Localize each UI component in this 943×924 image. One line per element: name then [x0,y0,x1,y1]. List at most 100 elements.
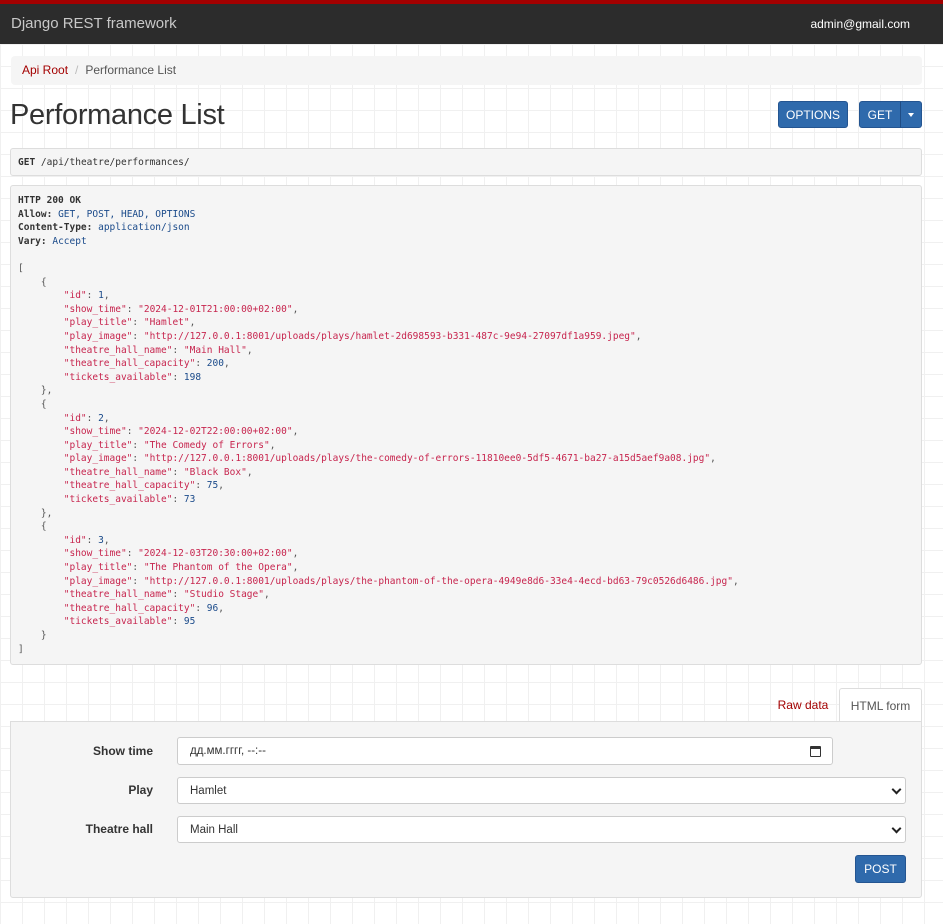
json-value: "2024-12-03T20:30:00+02:00" [138,548,293,560]
json-line: "play_title": "The Comedy of Errors", [63,439,276,451]
caret-down-icon [908,112,914,117]
json-value: 73 [183,494,196,506]
header-name: Vary: [18,235,47,247]
show-time-label: Show time [92,744,153,758]
request-path: /api/theatre/performances/ [40,157,190,168]
header-name: Allow: [18,208,53,220]
theatre-hall-select[interactable]: Main Hall [177,816,906,843]
json-value: "Studio Stage" [183,589,264,601]
json-key: "theatre_hall_name" [63,589,173,601]
user-menu[interactable]: admin@gmail.com [810,17,910,31]
json-value: "Main Hall" [183,344,247,356]
json-key: "play_image" [63,453,133,465]
breadcrumb-separator: / [75,63,79,77]
json-key: "theatre_hall_name" [63,344,173,356]
response-status: HTTP 200 OK [18,195,81,206]
breadcrumb: Api Root / Performance List [11,56,922,85]
theatre-hall-select-value: Main Hall [190,823,238,836]
json-line: } [18,630,47,641]
json-key: "theatre_hall_name" [63,466,173,478]
json-key: "id" [63,412,87,424]
json-line: "play_image": "http://127.0.0.1:8001/upl… [63,330,642,342]
get-format-dropdown-button[interactable] [900,101,922,128]
json-line: "id": 2, [63,412,110,424]
header-value: application/json [98,222,190,234]
json-key: "play_title" [63,317,133,329]
json-value: 96 [206,602,219,614]
show-time-input[interactable]: дд.мм.гггг, --:-- [177,737,833,765]
json-line: }, [18,507,53,519]
header-value: Accept [52,235,87,247]
get-button[interactable]: GET [859,101,901,128]
page-title: Performance List [10,99,225,131]
breadcrumb-api-root[interactable]: Api Root [22,63,68,77]
play-select[interactable]: Hamlet [177,777,906,804]
json-line: "play_image": "http://127.0.0.1:8001/upl… [63,453,716,465]
tab-html-form[interactable]: HTML form [839,688,922,722]
json-line: "tickets_available": 198 [63,371,202,383]
json-line: "tickets_available": 95 [63,616,196,628]
json-value: "2024-12-02T22:00:00+02:00" [138,426,293,438]
chevron-down-icon [891,784,902,795]
options-button[interactable]: OPTIONS [778,101,848,128]
json-line: "play_title": "Hamlet", [63,317,196,329]
json-key: "play_image" [63,330,133,342]
navbar: Django REST framework admin@gmail.com [0,0,943,44]
header-value: GET, POST, HEAD, OPTIONS [58,208,196,220]
json-key: "tickets_available" [63,616,173,628]
json-key: "show_time" [63,303,127,315]
json-line: "show_time": "2024-12-02T22:00:00+02:00"… [63,426,299,438]
brand-link[interactable]: Django REST framework [11,15,177,32]
request-info: GET /api/theatre/performances/ [10,148,922,176]
json-line: }, [18,385,53,397]
theatre-hall-label: Theatre hall [85,822,153,836]
json-line: "id": 3, [63,534,110,546]
json-key: "tickets_available" [63,494,173,506]
json-key: "show_time" [63,426,127,438]
response-body: [ { "id": 1, "show_time": "2024-12-01T21… [18,262,914,656]
json-key: "id" [63,534,87,546]
json-line: "theatre_hall_capacity": 200, [63,358,230,370]
json-value: 95 [183,616,196,628]
json-line: "tickets_available": 73 [63,494,196,506]
json-line: "theatre_hall_capacity": 96, [63,602,224,614]
json-key: "theatre_hall_capacity" [63,602,196,614]
json-line: { [18,398,47,410]
json-line: [ [18,262,24,274]
json-key: "show_time" [63,548,127,560]
json-line: "play_image": "http://127.0.0.1:8001/upl… [63,575,739,587]
breadcrumb-current: Performance List [85,63,177,77]
json-line: "theatre_hall_name": "Black Box", [63,466,253,478]
json-value: "2024-12-01T21:00:00+02:00" [138,303,293,315]
json-value: "Hamlet" [143,317,190,329]
json-value: 75 [206,480,219,492]
json-line: "play_title": "The Phantom of the Opera"… [63,562,299,574]
response-info: HTTP 200 OK Allow: GET, POST, HEAD, OPTI… [10,185,922,665]
json-line: { [18,276,47,288]
json-key: "play_title" [63,562,133,574]
json-value: 198 [183,371,202,383]
json-key: "theatre_hall_capacity" [63,480,196,492]
json-line: { [18,521,47,533]
tab-raw-data[interactable]: Raw data [768,688,838,722]
json-value: "The Phantom of the Opera" [143,562,293,574]
json-line: "theatre_hall_name": "Main Hall", [63,344,253,356]
show-time-value: дд.мм.гггг, --:-- [190,745,266,757]
json-key: "tickets_available" [63,371,173,383]
request-method: GET [18,157,36,168]
json-key: "id" [63,290,87,302]
calendar-icon[interactable] [810,746,821,757]
play-label: Play [128,783,153,797]
json-value: "Black Box" [183,466,247,478]
play-select-value: Hamlet [190,784,227,797]
json-key: "theatre_hall_capacity" [63,358,196,370]
post-button[interactable]: POST [855,855,906,883]
json-line: "show_time": "2024-12-03T20:30:00+02:00"… [63,548,299,560]
json-value: "http://127.0.0.1:8001/uploads/plays/the… [143,453,711,465]
json-key: "play_image" [63,575,133,587]
json-value: "http://127.0.0.1:8001/uploads/plays/the… [143,575,733,587]
json-key: "play_title" [63,439,133,451]
format-tabs: Raw data HTML form [10,688,922,722]
json-line: ] [18,643,24,655]
json-value: "http://127.0.0.1:8001/uploads/plays/ham… [143,330,636,342]
